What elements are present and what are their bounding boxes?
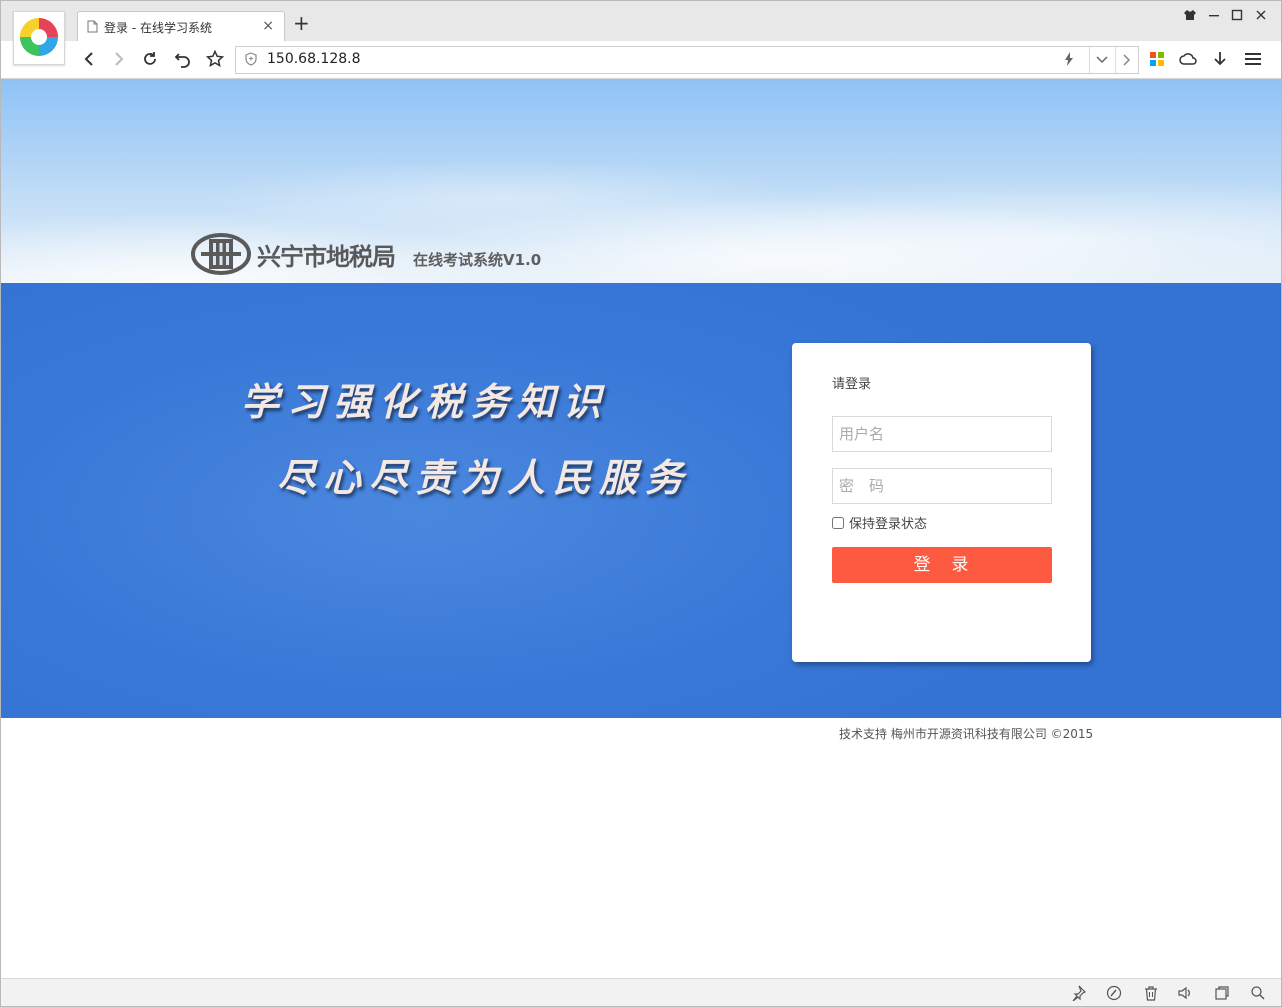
- footer-credit: 技术支持 梅州市开源资讯科技有限公司 ©2015: [839, 727, 1094, 741]
- username-input[interactable]: [832, 416, 1052, 452]
- login-panel: 请登录 保持登录状态 登 录: [792, 343, 1091, 662]
- slogan-line-1: 学习强化税务知识: [241, 379, 610, 424]
- browser-logo[interactable]: [13, 11, 65, 65]
- tab-close-icon[interactable]: ×: [262, 18, 274, 34]
- skin-icon[interactable]: [1183, 9, 1197, 25]
- refresh-icon[interactable]: [140, 49, 160, 69]
- security-shield-icon[interactable]: [245, 52, 257, 70]
- forward-icon[interactable]: [109, 49, 129, 69]
- password-input[interactable]: [832, 468, 1052, 504]
- close-window-icon[interactable]: [1255, 9, 1267, 25]
- minimize-icon[interactable]: [1208, 9, 1220, 25]
- remember-me-option[interactable]: 保持登录状态: [832, 513, 927, 532]
- org-name: 兴宁市地税局: [257, 243, 396, 271]
- remember-me-label: 保持登录状态: [849, 517, 928, 532]
- browser-window: 登录 - 在线学习系统 × + 150.68.128.8 兴宁市地税局 在线考试…: [0, 0, 1282, 1007]
- status-bar: [1, 978, 1281, 1006]
- browser-tab[interactable]: 登录 - 在线学习系统 ×: [77, 11, 285, 42]
- bookmark-star-icon[interactable]: [205, 49, 225, 69]
- tab-strip: 登录 - 在线学习系统 × +: [1, 1, 1281, 42]
- speed-up-icon[interactable]: [1106, 985, 1122, 1001]
- tax-bureau-emblem-icon: [191, 233, 251, 275]
- speed-mode-icon[interactable]: [1064, 52, 1074, 70]
- site-brand: 兴宁市地税局 在线考试系统V1.0: [191, 233, 541, 275]
- slogan-line-2: 尽心尽责为人民服务: [277, 455, 692, 500]
- pin-icon[interactable]: [1070, 985, 1087, 1002]
- browser-toolbar: 150.68.128.8: [1, 41, 1281, 79]
- zoom-icon[interactable]: [1250, 985, 1266, 1001]
- document-icon: [87, 20, 98, 37]
- trash-icon[interactable]: [1143, 985, 1159, 1001]
- login-prompt: 请登录: [832, 377, 872, 392]
- new-tab-button[interactable]: +: [293, 13, 310, 33]
- undo-close-icon[interactable]: [173, 49, 193, 69]
- download-icon[interactable]: [1210, 49, 1230, 69]
- volume-icon[interactable]: [1177, 985, 1193, 1001]
- window-mode-icon[interactable]: [1214, 985, 1230, 1001]
- system-name: 在线考试系统V1.0: [413, 251, 542, 269]
- address-bar[interactable]: 150.68.128.8: [235, 46, 1139, 74]
- chevron-down-icon[interactable]: [1089, 47, 1114, 73]
- cloud-icon[interactable]: [1178, 49, 1198, 69]
- menu-icon[interactable]: [1243, 49, 1263, 69]
- remember-me-checkbox[interactable]: [832, 516, 844, 529]
- maximize-icon[interactable]: [1231, 9, 1243, 25]
- go-arrow-icon[interactable]: [1115, 47, 1138, 73]
- apps-grid-icon[interactable]: [1147, 49, 1167, 69]
- tab-title: 登录 - 在线学习系统: [104, 21, 212, 35]
- url-text[interactable]: 150.68.128.8: [267, 51, 361, 67]
- back-icon[interactable]: [79, 49, 99, 69]
- login-button[interactable]: 登 录: [832, 547, 1052, 583]
